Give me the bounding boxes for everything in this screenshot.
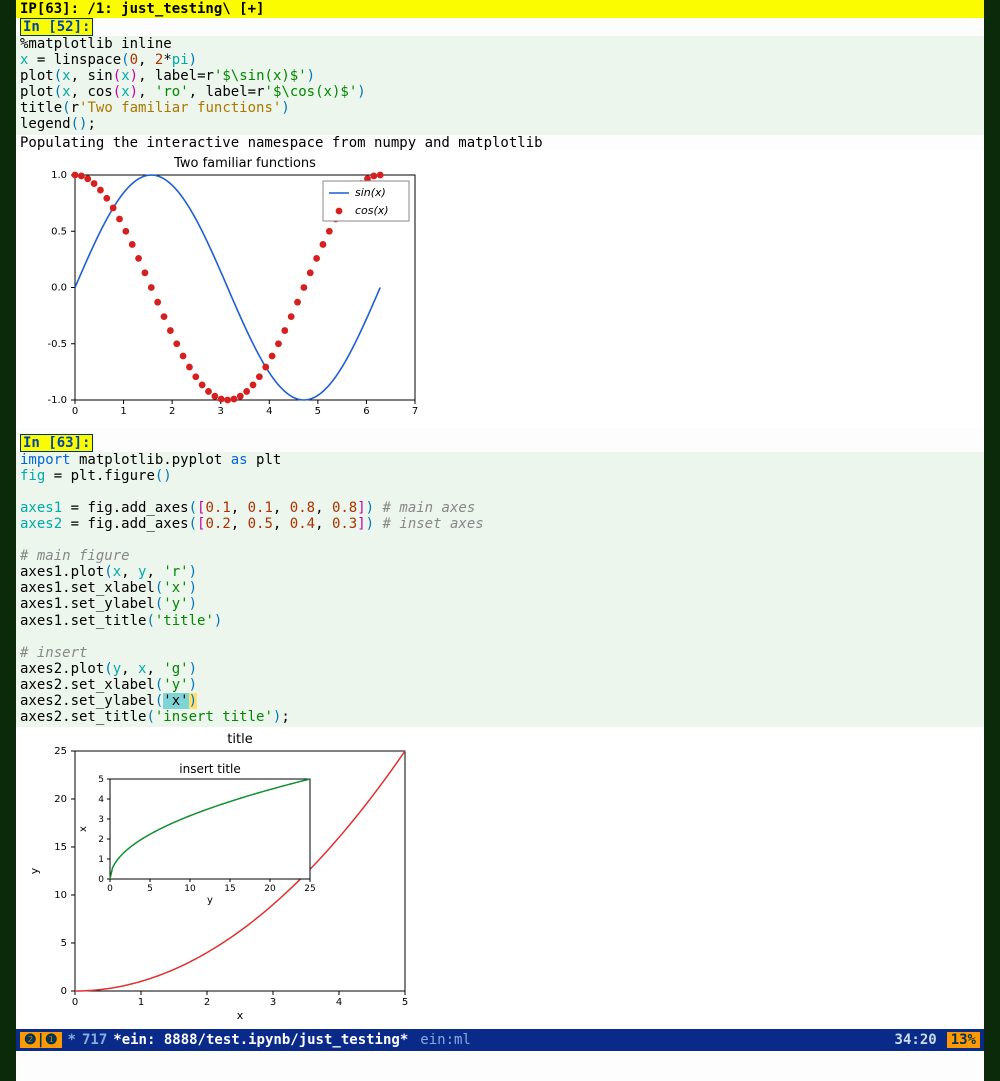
window-count-badge: ❷|❶ bbox=[20, 1032, 62, 1048]
cursor-position: 34:20 bbox=[895, 1032, 937, 1048]
svg-text:sin(x): sin(x) bbox=[355, 186, 386, 199]
scroll-percent: 13% bbox=[947, 1032, 980, 1048]
svg-text:Two familiar functions: Two familiar functions bbox=[173, 156, 316, 171]
svg-text:4: 4 bbox=[336, 997, 342, 1008]
buffer-name: *ein: 8888/test.ipynb/just_testing* bbox=[113, 1032, 408, 1048]
svg-text:10: 10 bbox=[184, 884, 196, 894]
svg-text:25: 25 bbox=[54, 746, 67, 757]
svg-text:1: 1 bbox=[138, 997, 144, 1008]
title-text: IP[63]: /1: just_testing\ [+] bbox=[20, 1, 264, 17]
cell-prompt: In [52]: bbox=[20, 18, 93, 36]
svg-text:4: 4 bbox=[266, 406, 272, 417]
svg-text:5: 5 bbox=[147, 884, 153, 894]
svg-text:x: x bbox=[237, 1009, 244, 1021]
svg-text:15: 15 bbox=[54, 842, 67, 853]
svg-text:5: 5 bbox=[315, 406, 321, 417]
svg-text:5: 5 bbox=[61, 938, 67, 949]
svg-text:cos(x): cos(x) bbox=[355, 204, 389, 217]
editor-frame: IP[63]: /1: just_testing\ [+] In [52]: %… bbox=[16, 0, 984, 1081]
svg-text:2: 2 bbox=[169, 406, 175, 417]
svg-text:0.0: 0.0 bbox=[51, 282, 67, 293]
svg-text:25: 25 bbox=[304, 884, 315, 894]
svg-text:3: 3 bbox=[98, 815, 104, 825]
svg-text:-1.0: -1.0 bbox=[47, 395, 67, 406]
svg-text:4: 4 bbox=[98, 795, 104, 805]
svg-text:20: 20 bbox=[54, 794, 67, 805]
svg-text:1.0: 1.0 bbox=[51, 170, 67, 181]
output-text-1: Populating the interactive namespace fro… bbox=[16, 135, 984, 151]
major-mode: ein:ml bbox=[420, 1032, 471, 1048]
svg-text:0: 0 bbox=[61, 986, 67, 997]
svg-text:title: title bbox=[227, 732, 252, 747]
svg-text:0: 0 bbox=[72, 997, 78, 1008]
svg-text:y: y bbox=[28, 867, 41, 874]
plot-1: Two familiar functions 0 1 2 3 4 5 6 7 -1.0 -0.5 0.… bbox=[16, 151, 984, 428]
svg-text:2: 2 bbox=[98, 835, 104, 845]
svg-text:3: 3 bbox=[270, 997, 276, 1008]
svg-text:y: y bbox=[207, 895, 213, 906]
svg-text:5: 5 bbox=[402, 997, 408, 1008]
svg-text:x: x bbox=[78, 826, 89, 832]
svg-text:7: 7 bbox=[412, 406, 418, 417]
svg-text:0: 0 bbox=[98, 875, 104, 885]
svg-text:0.5: 0.5 bbox=[51, 226, 67, 237]
minibuffer[interactable] bbox=[16, 1051, 984, 1081]
svg-text:-0.5: -0.5 bbox=[47, 338, 67, 349]
svg-text:15: 15 bbox=[224, 884, 235, 894]
svg-text:6: 6 bbox=[363, 406, 369, 417]
title-bar: IP[63]: /1: just_testing\ [+] bbox=[16, 0, 984, 18]
svg-text:2: 2 bbox=[204, 997, 210, 1008]
svg-text:0: 0 bbox=[72, 406, 78, 417]
svg-text:insert title: insert title bbox=[179, 762, 241, 776]
svg-text:0: 0 bbox=[107, 884, 113, 894]
cell-1[interactable]: In [52]: %matplotlib inline x = linspace… bbox=[16, 18, 984, 428]
svg-text:20: 20 bbox=[264, 884, 276, 894]
code-area-1[interactable]: %matplotlib inline x = linspace(0, 2*pi)… bbox=[16, 36, 984, 135]
svg-text:10: 10 bbox=[54, 890, 67, 901]
chart-1: Two familiar functions 0 1 2 3 4 5 6 7 -1.0 -0.5 0.… bbox=[20, 155, 420, 420]
cell-2[interactable]: In [63]: import matplotlib.pyplot as plt… bbox=[16, 434, 984, 1030]
plot-2: title0123450510152025xyinsert title05101… bbox=[16, 727, 984, 1029]
svg-text:1: 1 bbox=[120, 406, 126, 417]
svg-text:3: 3 bbox=[218, 406, 224, 417]
code-area-2[interactable]: import matplotlib.pyplot as plt fig = pl… bbox=[16, 452, 984, 728]
svg-text:5: 5 bbox=[98, 775, 104, 785]
mode-line: ❷|❶ * 717 *ein: 8888/test.ipynb/just_tes… bbox=[16, 1029, 984, 1051]
chart-2: title0123450510152025xyinsert title05101… bbox=[20, 731, 420, 1021]
line-number: 717 bbox=[82, 1032, 107, 1048]
svg-text:1: 1 bbox=[98, 855, 104, 865]
cell-prompt: In [63]: bbox=[20, 434, 93, 452]
